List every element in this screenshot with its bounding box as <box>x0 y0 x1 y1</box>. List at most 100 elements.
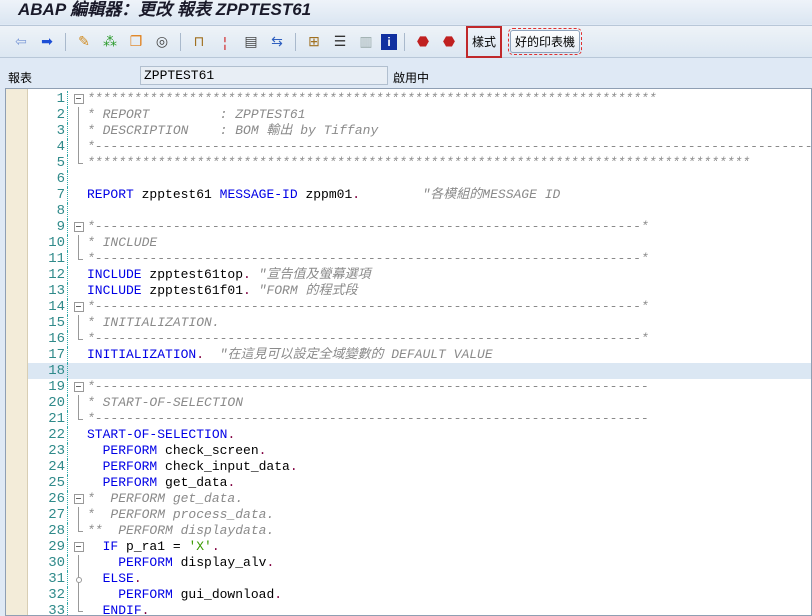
code-line[interactable]: 32 PERFORM gui_download. <box>28 587 811 603</box>
code-text: PERFORM check_screen. <box>87 443 267 459</box>
code-token: *---------------------------------------… <box>87 411 649 426</box>
code-line[interactable]: 16 *-------------------------------------… <box>28 331 811 347</box>
forward-arrow-icon[interactable]: ➡ <box>36 31 58 53</box>
other-object-icon[interactable]: ❐ <box>125 31 147 53</box>
code-token: p_ra1 = <box>118 539 189 554</box>
code-line[interactable]: 1 ***************************************… <box>28 91 811 107</box>
line-number: 2 <box>28 107 68 123</box>
code-line[interactable]: 33 ENDIF. <box>28 603 811 616</box>
line-number: 1 <box>28 91 68 107</box>
fold-guide <box>74 155 84 171</box>
code-line[interactable]: 5 ***************************************… <box>28 155 811 171</box>
check-icon[interactable]: ⊓ <box>188 31 210 53</box>
code-line[interactable]: 23 PERFORM check_screen. <box>28 443 811 459</box>
code-line[interactable]: 27 * PERFORM process_data. <box>28 507 811 523</box>
code-token: check_screen <box>157 443 259 458</box>
code-line[interactable]: 30 PERFORM display_alv. <box>28 555 811 571</box>
navigate-icon[interactable]: ⇆ <box>266 31 288 53</box>
activate-icon[interactable]: ¦ <box>214 31 236 53</box>
code-text: PERFORM get_data. <box>87 475 236 491</box>
code-token: . <box>258 443 267 458</box>
edit-pencil-icon[interactable]: ✎ <box>73 31 95 53</box>
code-line[interactable]: 7 REPORT zpptest61 MESSAGE-ID zppm01. "各模… <box>28 187 811 203</box>
hierarchy-icon[interactable]: ⊞ <box>303 31 325 53</box>
code-token: IF <box>102 539 119 554</box>
code-line[interactable]: 29 IF p_ra1 = 'X'. <box>28 539 811 555</box>
stop-help-icon[interactable]: ⬣ <box>412 31 434 53</box>
code-token: PERFORM <box>118 587 173 602</box>
code-line[interactable]: 3 * DESCRIPTION : BOM 輸出 by Tiffany <box>28 123 811 139</box>
code-line[interactable]: 20 * START-OF-SELECTION <box>28 395 811 411</box>
program-field-row: 報表 ZPPTEST61 啟用中 <box>0 64 812 86</box>
code-editor[interactable]: 1 ***************************************… <box>5 88 812 616</box>
separator <box>404 32 405 51</box>
pattern-icon[interactable]: ☰ <box>329 31 351 53</box>
fold-toggle-icon[interactable] <box>74 379 84 395</box>
code-line[interactable]: 22 START-OF-SELECTION. <box>28 427 811 443</box>
code-token: check_input_data <box>157 459 290 474</box>
code-line[interactable]: 12 INCLUDE zpptest61top. "宣告值及螢幕選項 <box>28 267 811 283</box>
code-text: ****************************************… <box>87 91 657 107</box>
style-button[interactable]: 樣式 <box>466 25 503 58</box>
code-line[interactable]: 14 *-------------------------------------… <box>28 299 811 315</box>
code-token: get_data <box>157 475 228 490</box>
pretty-printer-button[interactable]: 好的印表機 <box>508 28 583 55</box>
code-token: "FORM 的程式段 <box>258 283 358 298</box>
fold-toggle-icon[interactable] <box>74 491 84 507</box>
code-line[interactable]: 9 *--------------------------------------… <box>28 219 811 235</box>
fold-toggle-icon[interactable] <box>74 219 84 235</box>
code-line[interactable]: 24 PERFORM check_input_data. <box>28 459 811 475</box>
line-number: 32 <box>28 587 68 603</box>
code-lines: 1 ***************************************… <box>28 91 811 616</box>
back-arrow-icon[interactable]: ⇦ <box>10 31 32 53</box>
code-line[interactable]: 21 *-------------------------------------… <box>28 411 811 427</box>
code-token: ENDIF <box>102 603 142 616</box>
code-line[interactable]: 25 PERFORM get_data. <box>28 475 811 491</box>
code-line[interactable]: 15 * INITIALIZATION. <box>28 315 811 331</box>
code-line[interactable]: 11 *-------------------------------------… <box>28 251 811 267</box>
code-line[interactable]: 28 ** PERFORM displaydata. <box>28 523 811 539</box>
code-token: PERFORM <box>102 443 158 458</box>
code-token: * PERFORM process_data. <box>87 507 275 522</box>
code-line[interactable]: 4 *--------------------------------------… <box>28 139 811 155</box>
code-line[interactable]: 18 <box>28 363 811 379</box>
list-icon[interactable]: ▥ <box>355 31 377 53</box>
fold-toggle-icon[interactable] <box>74 539 84 555</box>
code-token: "各模組的MESSAGE ID <box>422 187 561 202</box>
line-number: 29 <box>28 539 68 555</box>
fold-guide <box>74 587 84 603</box>
code-token: . <box>211 539 220 554</box>
code-line[interactable]: 26 * PERFORM get_data. <box>28 491 811 507</box>
line-number: 20 <box>28 395 68 411</box>
line-number: 10 <box>28 235 68 251</box>
fold-toggle-icon[interactable] <box>74 299 84 315</box>
program-name-field[interactable]: ZPPTEST61 <box>140 66 388 85</box>
code-token: * INCLUDE <box>87 235 158 250</box>
code-token: . <box>352 187 361 202</box>
code-text: PERFORM display_alv. <box>87 555 274 571</box>
code-token: * START-OF-SELECTION <box>87 395 244 410</box>
code-token: START-OF-SELECTION <box>87 427 228 442</box>
toggle-display-change-icon[interactable]: ⁂ <box>99 31 121 53</box>
code-line[interactable]: 8 <box>28 203 811 219</box>
code-line[interactable]: 17 INITIALIZATION. "在這見可以設定全域變數的 DEFAULT … <box>28 347 811 363</box>
code-line[interactable]: 2 * REPORT : ZPPTEST61 <box>28 107 811 123</box>
info-icon[interactable]: i <box>381 33 397 50</box>
code-line[interactable]: 13 INCLUDE zpptest61f01. "FORM 的程式段 <box>28 283 811 299</box>
fold-toggle-icon[interactable] <box>74 91 84 107</box>
code-token: . <box>227 475 236 490</box>
where-used-icon[interactable]: ◎ <box>151 31 173 53</box>
code-line[interactable]: 19 *-------------------------------------… <box>28 379 811 395</box>
code-line[interactable]: 10 * INCLUDE <box>28 235 811 251</box>
fold-guide <box>74 139 84 155</box>
display-object-list-icon[interactable]: ▤ <box>240 31 262 53</box>
code-token: *---------------------------------------… <box>87 299 649 314</box>
code-line[interactable]: 31 ELSE. <box>28 571 811 587</box>
stop-user-icon[interactable]: ⬣ <box>438 31 460 53</box>
code-line[interactable]: 6 <box>28 171 811 187</box>
code-token: . <box>266 555 275 570</box>
code-token: . <box>133 571 142 586</box>
